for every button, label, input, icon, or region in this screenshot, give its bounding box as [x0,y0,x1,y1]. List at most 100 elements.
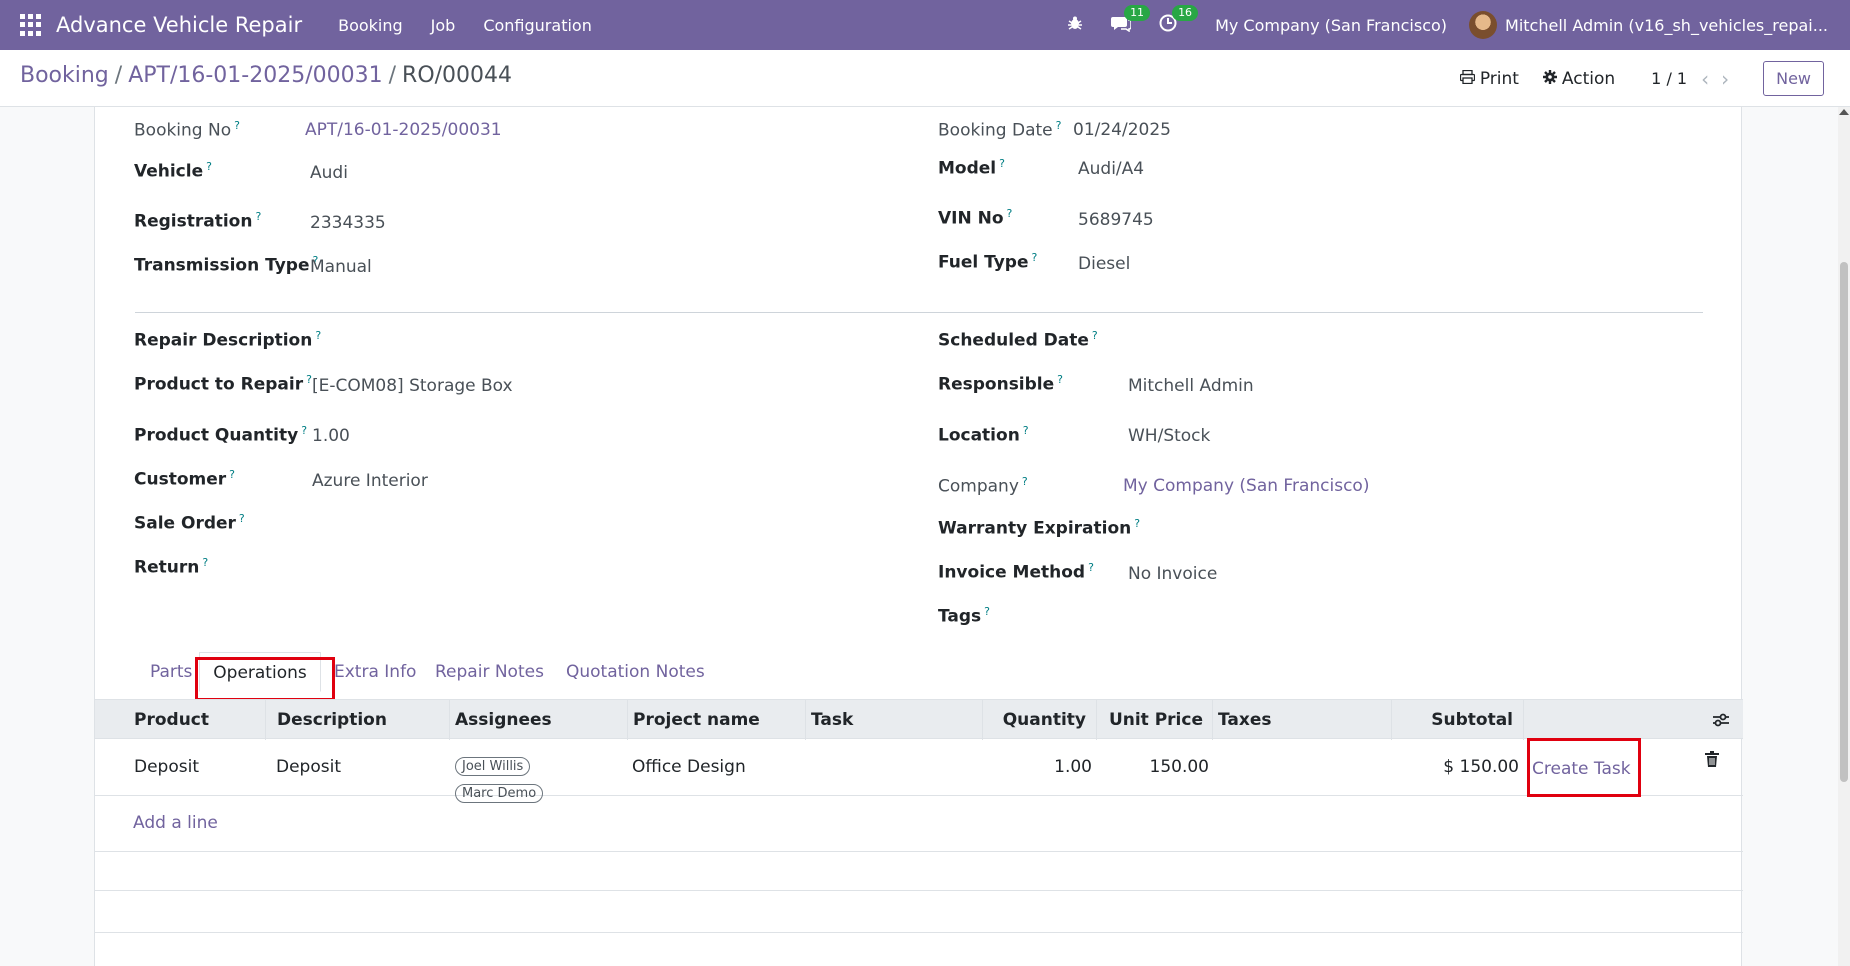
booking-no-label: Booking No? [134,119,240,141]
row-unit-price[interactable]: 150.00 [1096,757,1209,777]
transmission-label: Transmission Type? [134,254,319,276]
responsible-value[interactable]: Mitchell Admin [1128,376,1254,396]
booking-no-value[interactable]: APT/16-01-2025/00031 [305,120,502,140]
product-to-repair-value[interactable]: [E-COM08] Storage Box [312,376,513,396]
scrollbar-thumb[interactable] [1840,262,1848,782]
activities-count-badge: 16 [1172,4,1199,21]
action-button[interactable]: Action [1542,68,1616,89]
company-value[interactable]: My Company (San Francisco) [1123,476,1369,496]
user-avatar[interactable] [1469,11,1498,39]
col-description[interactable]: Description [271,700,393,740]
warranty-expiration-label: Warranty Expiration? [938,517,1141,539]
scheduled-date-label: Scheduled Date? [938,329,1098,351]
vehicle-label: Vehicle? [134,160,212,182]
create-task-highlight [1527,738,1641,797]
col-unit-price[interactable]: Unit Price [1096,700,1209,740]
fuel-type-value[interactable]: Diesel [1078,254,1130,274]
col-taxes[interactable]: Taxes [1212,700,1278,740]
company-label: Company? [938,475,1028,497]
optional-columns-toggle-icon[interactable] [1711,710,1731,730]
group-separator [135,312,1703,313]
printer-icon [1459,69,1475,88]
breadcrumb-current: RO/00044 [402,63,513,88]
add-a-line-link[interactable]: Add a line [133,813,218,833]
apps-grid-icon[interactable] [20,14,42,36]
repair-description-label: Repair Description? [134,329,322,351]
debug-bug-icon[interactable] [1067,15,1083,36]
tab-extra-info[interactable]: Extra Info [324,652,426,692]
tab-repair-notes[interactable]: Repair Notes [425,652,554,692]
page-scrollbar[interactable] [1838,107,1850,966]
col-quantity[interactable]: Quantity [982,700,1092,740]
pager-next-icon[interactable]: › [1721,67,1729,91]
location-value[interactable]: WH/Stock [1128,426,1210,446]
activities-clock-icon[interactable]: 16 [1159,4,1199,37]
breadcrumb-appointment[interactable]: APT/16-01-2025/00031 [128,63,382,88]
user-menu[interactable]: Mitchell Admin (v16_sh_vehicles_repai... [1505,16,1828,35]
row-project-name[interactable]: Office Design [632,757,746,777]
pager-value[interactable]: 1 / 1 [1651,69,1687,88]
pager-previous-icon[interactable]: ‹ [1701,67,1709,91]
customer-value[interactable]: Azure Interior [312,471,428,491]
responsible-label: Responsible? [938,373,1064,395]
tags-label: Tags? [938,605,991,627]
app-title[interactable]: Advance Vehicle Repair [56,13,302,37]
operations-table-header: Product Description Assignees Project na… [95,699,1743,740]
table-row[interactable]: Deposit Deposit Joel Willis Marc Demo Of… [95,739,1743,803]
row-quantity[interactable]: 1.00 [982,757,1092,777]
scroll-up-arrow-icon[interactable] [1839,109,1849,115]
sale-order-label: Sale Order? [134,512,245,534]
print-label: Print [1479,68,1519,89]
row-description[interactable]: Deposit [276,757,341,777]
col-product[interactable]: Product [128,700,215,740]
assignee-tag[interactable]: Marc Demo [455,784,544,803]
tab-quotation-notes[interactable]: Quotation Notes [556,652,715,692]
new-button[interactable]: New [1763,61,1824,96]
row-divider [95,932,1743,933]
messages-count-badge: 11 [1124,4,1151,21]
invoice-method-value[interactable]: No Invoice [1128,564,1217,584]
assignee-tag[interactable]: Joel Willis [455,757,531,776]
col-task[interactable]: Task [805,700,859,740]
company-switcher[interactable]: My Company (San Francisco) [1215,16,1447,35]
transmission-value[interactable]: Manual [310,257,372,277]
menu-configuration[interactable]: Configuration [483,16,592,35]
row-product[interactable]: Deposit [134,757,199,777]
product-to-repair-label: Product to Repair? [134,373,312,395]
breadcrumb: Booking / APT/16-01-2025/00031/RO/00044 [20,63,513,88]
trash-icon[interactable] [1705,751,1719,767]
vin-no-value[interactable]: 5689745 [1078,210,1154,230]
messages-icon[interactable]: 11 [1111,4,1151,37]
col-subtotal[interactable]: Subtotal [1391,700,1519,740]
operations-tab-highlight [195,657,335,701]
menu-booking[interactable]: Booking [338,16,403,35]
form-sheet: Booking No? APT/16-01-2025/00031 Booking… [94,107,1743,966]
product-quantity-label: Product Quantity? [134,424,308,446]
control-panel: Booking / APT/16-01-2025/00031/RO/00044 Pr… [0,50,1850,107]
row-divider [95,851,1743,852]
vin-no-label: VIN No? [938,207,1013,229]
top-navbar: Advance Vehicle Repair Booking Job Confi… [0,0,1850,50]
model-value[interactable]: Audi/A4 [1078,159,1144,179]
col-assignees[interactable]: Assignees [449,700,558,740]
action-label: Action [1561,68,1616,89]
booking-date-value[interactable]: 01/24/2025 [1073,120,1171,140]
model-label: Model? [938,157,1005,179]
registration-label: Registration? [134,210,262,232]
notebook-tabs: Parts Operations Extra Info Repair Notes… [95,652,1743,692]
registration-value[interactable]: 2334335 [310,213,386,233]
booking-date-label: Booking Date? [938,119,1062,141]
row-divider [95,890,1743,891]
vehicle-value[interactable]: Audi [310,163,348,183]
gear-icon [1542,69,1557,88]
print-button[interactable]: Print [1459,68,1519,89]
fuel-type-label: Fuel Type? [938,251,1038,273]
product-quantity-value[interactable]: 1.00 [312,426,350,446]
col-project-name[interactable]: Project name [627,700,766,740]
customer-label: Customer? [134,468,235,490]
tab-parts[interactable]: Parts [140,652,202,692]
row-subtotal: $ 150.00 [1443,757,1519,777]
breadcrumb-booking[interactable]: Booking [20,63,109,88]
return-label: Return? [134,556,209,578]
menu-job[interactable]: Job [431,16,456,35]
